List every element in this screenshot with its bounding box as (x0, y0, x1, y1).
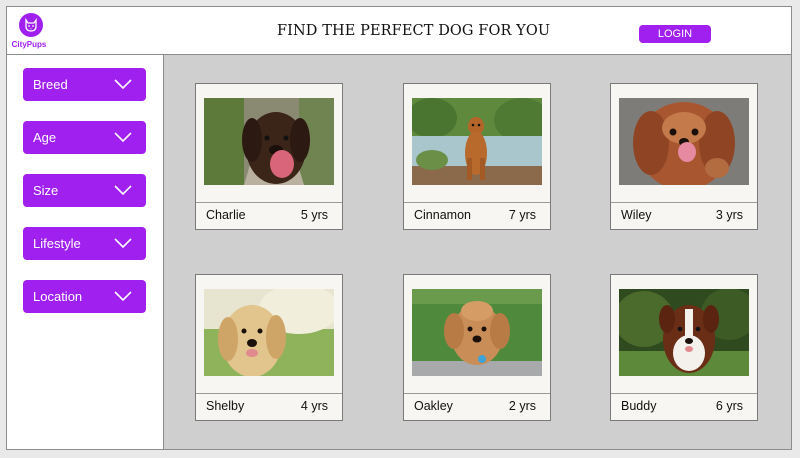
filter-location-dropdown[interactable]: Location (23, 280, 146, 313)
dog-card-wiley[interactable]: Wiley 3 yrs (610, 83, 758, 230)
dog-card-shelby[interactable]: Shelby 4 yrs (195, 274, 343, 421)
fluffy-terrier-photo (619, 98, 749, 185)
chevron-down-icon (114, 291, 132, 302)
filter-breed-dropdown[interactable]: Breed (23, 68, 146, 101)
golden-retriever-lake-photo (412, 98, 542, 185)
dog-name: Charlie (206, 208, 246, 222)
filter-lifestyle-dropdown[interactable]: Lifestyle (23, 227, 146, 260)
dog-age: 5 yrs (300, 208, 328, 222)
dog-photo (619, 289, 749, 376)
card-footer: Charlie 5 yrs (196, 202, 342, 229)
dog-name: Cinnamon (414, 208, 471, 222)
filter-label: Size (33, 183, 59, 198)
brand-name: CityPups (11, 40, 47, 49)
chevron-down-icon (114, 132, 132, 143)
card-footer: Shelby 4 yrs (196, 393, 342, 420)
dog-grid: Charlie 5 yrs Cinnamon 7 yrs Wiley 3 yrs… (164, 55, 791, 449)
header: CityPups FIND THE PERFECT DOG FOR YOU LO… (7, 7, 791, 55)
chevron-down-icon (114, 79, 132, 90)
dog-name: Shelby (206, 399, 245, 413)
login-button[interactable]: LOGIN (639, 25, 711, 43)
filter-label: Breed (33, 77, 68, 92)
filter-label: Lifestyle (33, 236, 81, 251)
dog-age: 6 yrs (715, 399, 743, 413)
filter-label: Location (33, 289, 83, 304)
chevron-down-icon (114, 238, 132, 249)
dog-photo (619, 98, 749, 185)
dog-card-charlie[interactable]: Charlie 5 yrs (195, 83, 343, 230)
filter-sidebar: Breed Age Size Lifestyle Location (7, 55, 164, 449)
filter-age-dropdown[interactable]: Age (23, 121, 146, 154)
app-window: CityPups FIND THE PERFECT DOG FOR YOU LO… (6, 6, 792, 450)
card-footer: Cinnamon 7 yrs (404, 202, 550, 229)
card-footer: Buddy 6 yrs (611, 393, 757, 420)
chevron-down-icon (114, 185, 132, 196)
dog-photo (412, 98, 542, 185)
logo[interactable]: CityPups (12, 13, 49, 49)
border-collie-photo (619, 289, 749, 376)
dog-age: 2 yrs (508, 399, 536, 413)
page-title: FIND THE PERFECT DOG FOR YOU (277, 23, 551, 39)
dog-name: Oakley (414, 399, 453, 413)
dog-name: Buddy (621, 399, 657, 413)
dog-photo (204, 289, 334, 376)
dog-age: 3 yrs (715, 208, 743, 222)
golden-retriever-puppy-photo (204, 289, 334, 376)
dog-age: 4 yrs (300, 399, 328, 413)
dog-face-icon (19, 13, 43, 37)
chocolate-labrador-photo (204, 98, 334, 185)
dog-name: Wiley (621, 208, 652, 222)
dog-age: 7 yrs (508, 208, 536, 222)
dog-card-buddy[interactable]: Buddy 6 yrs (610, 274, 758, 421)
dog-photo (412, 289, 542, 376)
filter-size-dropdown[interactable]: Size (23, 174, 146, 207)
filter-label: Age (33, 130, 57, 145)
card-footer: Oakley 2 yrs (404, 393, 550, 420)
dog-card-cinnamon[interactable]: Cinnamon 7 yrs (403, 83, 551, 230)
dog-card-oakley[interactable]: Oakley 2 yrs (403, 274, 551, 421)
cockapoo-grass-photo (412, 289, 542, 376)
card-footer: Wiley 3 yrs (611, 202, 757, 229)
dog-photo (204, 98, 334, 185)
